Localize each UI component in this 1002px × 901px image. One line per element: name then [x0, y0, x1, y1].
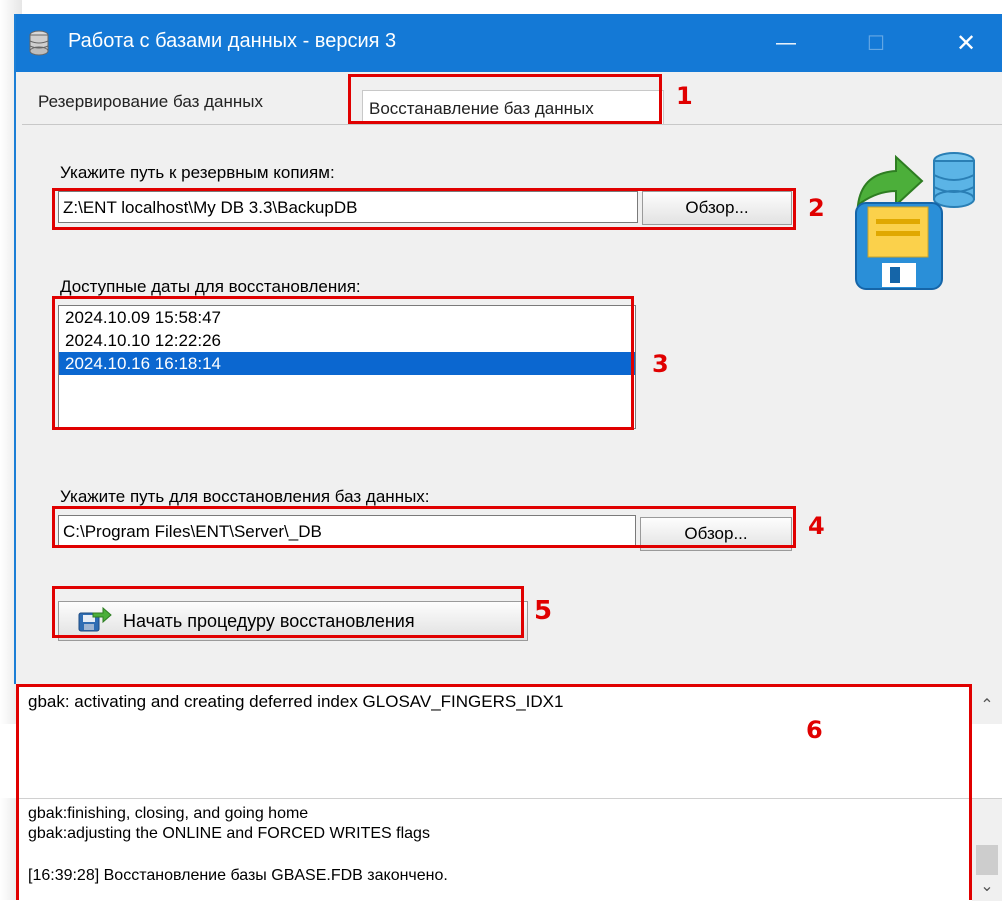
annotation-box-6	[16, 684, 972, 900]
dates-label: Доступные даты для восстановления:	[60, 277, 361, 296]
close-icon: ✕	[955, 29, 977, 57]
callout-6: 6	[806, 716, 823, 744]
minimize-icon: —	[776, 31, 796, 54]
callout-5: 5	[534, 596, 553, 626]
callout-4: 4	[808, 512, 825, 540]
callout-3: 3	[652, 350, 669, 378]
callout-1: 1	[676, 82, 693, 110]
annotation-box-4	[52, 506, 796, 548]
annotation-box-2	[52, 188, 796, 230]
annotation-box-1	[348, 74, 662, 124]
database-icon	[933, 152, 975, 208]
scroll-down-icon[interactable]: ⌄	[972, 871, 1002, 901]
close-button[interactable]: ✕	[936, 14, 996, 72]
arrow-icon	[856, 154, 924, 208]
tab-backup[interactable]: Резервирование баз данных	[38, 92, 263, 112]
restore-illustration	[848, 145, 978, 295]
title-bar[interactable]: Работа с базами данных - версия 3 — ☐ ✕	[16, 14, 1002, 72]
log-top-scrollbar[interactable]: ⌃	[972, 684, 1002, 724]
backup-path-label: Укажите путь к резервным копиям:	[60, 163, 335, 182]
restore-path-label: Укажите путь для восстановления баз данн…	[60, 487, 430, 506]
annotation-box-3	[52, 296, 634, 430]
database-app-icon	[28, 30, 50, 61]
window-title: Работа с базами данных - версия 3	[68, 30, 397, 52]
maximize-icon: ☐	[867, 32, 885, 55]
annotation-box-5	[52, 586, 524, 638]
minimize-button[interactable]: —	[756, 14, 816, 72]
maximize-button[interactable]: ☐	[846, 14, 906, 72]
log-scrollbar[interactable]: ⌄	[972, 799, 1002, 901]
callout-2: 2	[808, 194, 825, 222]
floppy-disk-icon	[855, 202, 943, 290]
scroll-up-icon[interactable]: ⌃	[972, 690, 1002, 720]
